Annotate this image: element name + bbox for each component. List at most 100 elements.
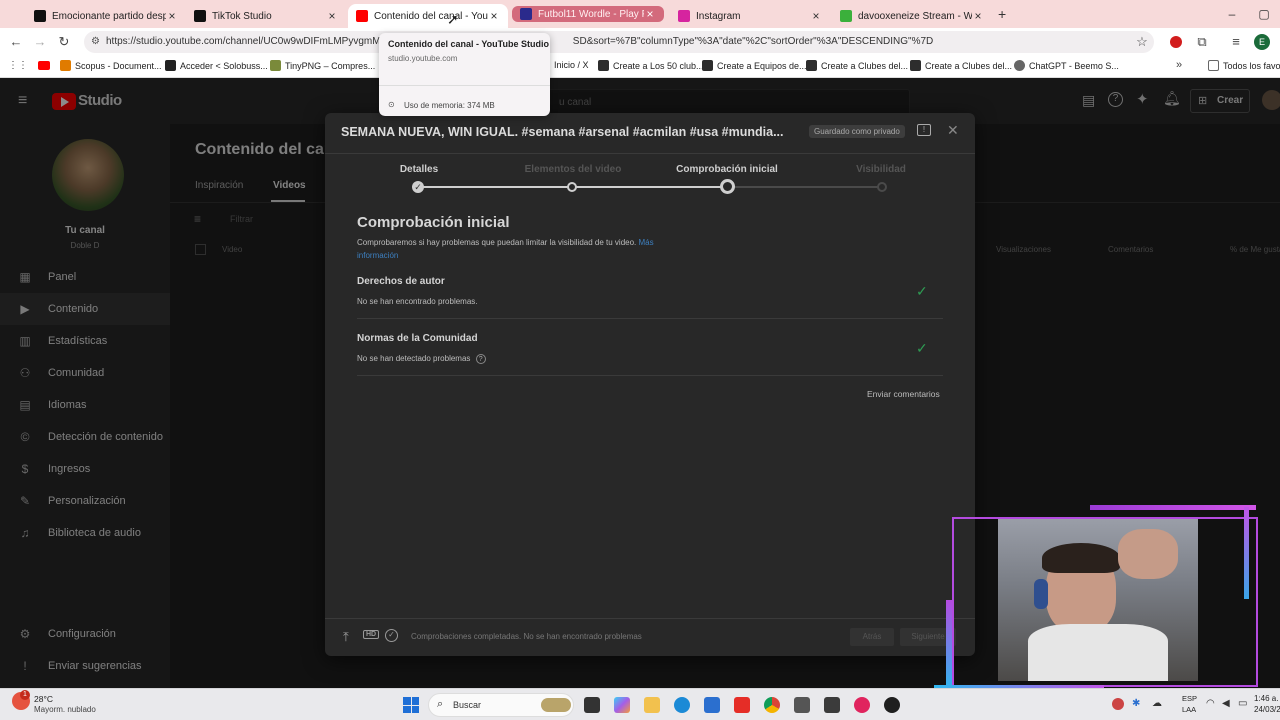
check-circle-icon: ✓	[385, 629, 398, 642]
task-view-icon[interactable]	[584, 697, 600, 713]
more-info-link[interactable]: información	[357, 251, 398, 260]
bookmark-item[interactable]: Acceder < Solobuss...	[165, 60, 268, 71]
futbol11-favicon-icon	[520, 8, 532, 20]
profile-avatar[interactable]: E	[1254, 34, 1270, 50]
step-visibilidad-label[interactable]: Visibilidad	[831, 164, 931, 175]
more-info-link[interactable]: Más	[639, 238, 654, 247]
community-title: Normas de la Comunidad	[357, 333, 478, 344]
maximize-button[interactable]: ▢	[1248, 0, 1280, 28]
section-description: Comprobaremos si hay problemas que pueda…	[357, 238, 654, 247]
close-icon[interactable]: ×	[644, 7, 656, 21]
notification-badge: 1	[20, 690, 30, 700]
file-explorer-icon[interactable]	[644, 697, 660, 713]
browser-tab[interactable]: Instagram ×	[670, 4, 830, 28]
bookmark-item[interactable]: ChatGPT - Beemo S...	[1014, 60, 1119, 71]
send-feedback-link[interactable]: Enviar comentarios	[867, 389, 940, 399]
bookmark-item[interactable]: Create a Clubes del...	[910, 60, 1012, 71]
wifi-icon[interactable]: ◠	[1206, 698, 1215, 709]
bookmark-star-icon[interactable]: ☆	[1134, 34, 1150, 50]
browser-tab[interactable]: TikTok Studio ×	[186, 4, 346, 28]
extensions-icon[interactable]: ⧉	[1194, 34, 1210, 50]
close-icon[interactable]: ×	[166, 9, 178, 23]
mouse-cursor-icon: ➚	[447, 11, 459, 27]
browser-tab[interactable]: davooxeneize Stream - Watch L ×	[832, 4, 992, 28]
bluetooth-icon[interactable]: ✱	[1132, 698, 1140, 709]
tab-title: Emocionante partido después d	[52, 10, 166, 22]
browser-tab[interactable]: Emocionante partido después d ×	[26, 4, 186, 28]
close-icon[interactable]: ×	[488, 9, 500, 23]
store-icon[interactable]	[704, 697, 720, 713]
step-current-dot[interactable]	[720, 179, 735, 194]
extension-icon[interactable]	[1170, 36, 1182, 48]
copyright-title: Derechos de autor	[357, 276, 445, 287]
taskbar-search[interactable]: ⌕ Buscar	[428, 693, 574, 717]
step-complete-check-icon[interactable]: ✓	[412, 181, 424, 193]
copilot-icon[interactable]	[614, 697, 630, 713]
close-icon[interactable]: ×	[972, 9, 984, 23]
close-icon[interactable]: ✕	[947, 122, 959, 139]
bookmark-item[interactable]: Create a Clubes del...	[806, 60, 908, 71]
footer-status: Comprobaciones completadas. No se han en…	[411, 632, 642, 641]
app-icon[interactable]	[854, 697, 870, 713]
browser-tab[interactable]: Futbol11 Wordle - Play Footba ×	[512, 6, 664, 22]
chatgpt-icon	[1014, 60, 1025, 71]
tab-title: TikTok Studio	[212, 10, 272, 22]
minimize-button[interactable]: –	[1216, 0, 1248, 28]
app-icon[interactable]	[824, 697, 840, 713]
frame-accent	[1244, 507, 1249, 599]
step-dot[interactable]	[567, 182, 577, 192]
bookmark-item[interactable]: Inicio / X	[554, 60, 589, 70]
divider	[379, 85, 550, 86]
taskbar-search-text: Buscar	[453, 700, 482, 710]
tiktok-favicon-icon	[194, 10, 206, 22]
close-icon[interactable]: ×	[326, 9, 338, 23]
site-info-icon[interactable]: ⚙	[91, 36, 100, 47]
menu-lines-icon[interactable]: ≡	[1228, 34, 1244, 50]
youtube-app-icon[interactable]	[734, 697, 750, 713]
memory-icon: ⊙	[388, 100, 395, 109]
step-elementos-label[interactable]: Elementos del video	[513, 164, 633, 175]
weather-desc: Mayorm. nublado	[34, 705, 96, 714]
edge-icon[interactable]	[674, 697, 690, 713]
divider	[357, 375, 943, 376]
onedrive-icon[interactable]: ☁	[1152, 698, 1162, 709]
close-icon[interactable]: ×	[810, 9, 822, 23]
all-bookmarks[interactable]: Todos los favoritos	[1208, 60, 1280, 71]
url-text-tail: SD&sort=%7B"columnType"%3A"date"%2C"sort…	[572, 36, 934, 47]
battery-icon[interactable]: ▭	[1238, 698, 1247, 709]
language-indicator[interactable]: ESP	[1182, 694, 1197, 703]
sporcle-icon	[910, 60, 921, 71]
back-icon[interactable]: ←	[8, 34, 24, 50]
hover-card-title: Contenido del canal - YouTube Studio	[388, 39, 549, 49]
bookmark-item[interactable]: TinyPNG – Compres...	[270, 60, 375, 71]
youtube-bookmark-icon[interactable]	[38, 61, 50, 70]
forward-icon[interactable]: →	[32, 34, 48, 50]
feedback-icon[interactable]: !	[917, 124, 931, 136]
webcam-video	[998, 519, 1198, 681]
bookmark-item[interactable]: Create a Los 50 club...	[598, 60, 704, 71]
bookmark-item[interactable]: Create a Equipos de...	[702, 60, 807, 71]
xbox-icon[interactable]	[794, 697, 810, 713]
obs-icon[interactable]	[884, 697, 900, 713]
chevron-right-icon[interactable]: »	[1176, 59, 1182, 71]
clock-time[interactable]: 1:46 a.	[1254, 694, 1278, 703]
divider	[325, 153, 975, 154]
windows-start-icon[interactable]	[403, 697, 419, 713]
reload-icon[interactable]: ↻	[56, 34, 72, 50]
dialog-footer: ⤒ HD ✓ Comprobaciones completadas. No se…	[325, 618, 975, 656]
step-detalles-label[interactable]: Detalles	[379, 164, 459, 175]
step-comprobacion-label[interactable]: Comprobación inicial	[667, 164, 787, 175]
address-bar: ← → ↻ https://studio.youtube.com/channel…	[0, 28, 1280, 56]
tray-icon[interactable]	[1112, 698, 1124, 710]
browser-tab-active[interactable]: Contenido del canal - YouTube ×	[348, 4, 508, 28]
step-dot[interactable]	[877, 182, 887, 192]
help-icon[interactable]: ?	[475, 354, 486, 364]
chrome-icon[interactable]	[764, 697, 780, 713]
bookmark-item[interactable]: Scopus - Document...	[60, 60, 162, 71]
back-button[interactable]: Atrás	[850, 628, 894, 646]
volume-icon[interactable]: ◀	[1222, 698, 1230, 709]
tab-title: davooxeneize Stream - Watch L	[858, 10, 972, 22]
new-tab-button[interactable]: +	[998, 6, 1006, 22]
url-field[interactable]: https://studio.youtube.com/channel/UC0w9…	[84, 31, 1154, 53]
apps-grid-icon[interactable]: ⋮⋮	[8, 60, 28, 71]
